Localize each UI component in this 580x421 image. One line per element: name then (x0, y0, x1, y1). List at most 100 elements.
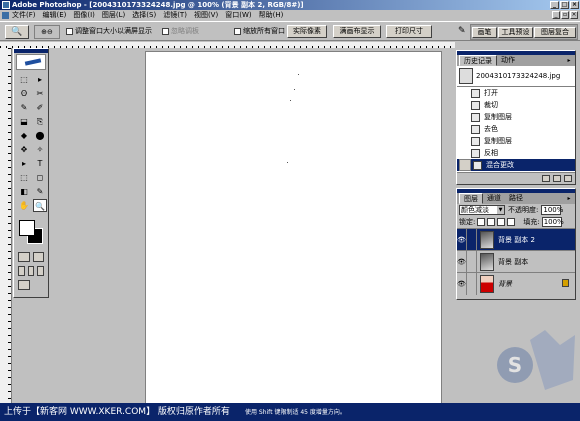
tab-history[interactable]: 历史记录 (459, 55, 497, 66)
well-tab-layer-comps[interactable]: 图层复合 (534, 27, 576, 38)
history-step[interactable]: 复制图层 (457, 111, 575, 123)
delete-state-icon[interactable] (564, 174, 572, 182)
screen-mode-standard-icon[interactable] (18, 266, 25, 276)
layer-link-icon[interactable] (467, 250, 477, 273)
actual-pixels-button[interactable]: 实际像素 (287, 25, 327, 38)
eraser-tool-icon[interactable]: ◆ (17, 129, 31, 142)
checkbox-box[interactable] (66, 28, 73, 35)
layer-row[interactable]: 👁 背景 (457, 272, 575, 295)
well-tab-brushes[interactable]: 画笔 (472, 27, 497, 38)
screen-mode-full-menu-icon[interactable] (27, 266, 35, 276)
menu-filter[interactable]: 滤镜(T) (163, 10, 187, 21)
ignore-palettes-checkbox[interactable]: 忽略调板 (162, 27, 199, 36)
notes-tool-icon[interactable]: ◧ (17, 185, 31, 198)
screen-mode-full-icon[interactable] (37, 266, 45, 276)
foreground-color-swatch[interactable] (19, 220, 35, 236)
clone-stamp-icon[interactable]: ⬓ (17, 115, 31, 128)
history-step[interactable]: 去色 (457, 123, 575, 135)
well-tab-tool-presets[interactable]: 工具预设 (498, 27, 533, 38)
fill-input[interactable]: 100% (541, 217, 564, 227)
menu-select[interactable]: 选择(S) (132, 10, 156, 21)
healing-brush-icon[interactable]: ✎ (17, 101, 31, 114)
photoshop-app-icon[interactable] (2, 1, 10, 9)
eyedropper-icon[interactable]: ✎ (33, 185, 47, 198)
visibility-eye-icon[interactable]: 👁 (457, 272, 467, 295)
doc-minimize-button[interactable]: _ (552, 11, 560, 19)
maximize-button[interactable]: □ (560, 1, 569, 9)
checkbox-box[interactable] (162, 28, 169, 35)
fit-on-screen-button[interactable]: 满画布显示 (333, 25, 381, 38)
print-size-button[interactable]: 打印尺寸 (386, 25, 432, 38)
visibility-eye-icon[interactable]: 👁 (457, 228, 467, 251)
paint-bucket-icon[interactable]: ⬤ (33, 129, 47, 142)
menu-view[interactable]: 视图(V) (194, 10, 218, 21)
menu-file[interactable]: 文件(F) (12, 10, 36, 21)
adobe-online-icon[interactable] (16, 54, 46, 70)
zoom-tool-icon[interactable]: 🔍 (33, 199, 47, 212)
lock-all-checkbox[interactable] (507, 218, 516, 226)
pen-tool-icon[interactable]: ⬚ (17, 171, 31, 184)
jump-to-imageready-icon[interactable] (18, 280, 30, 290)
crop-tool-icon[interactable]: ✂ (33, 87, 47, 100)
new-snapshot-icon[interactable] (553, 174, 561, 182)
opacity-input[interactable]: 100% (541, 205, 563, 215)
blend-mode-select[interactable]: 颜色减淡 (459, 205, 505, 215)
layer-link-icon[interactable] (467, 272, 477, 295)
shape-tool-icon[interactable]: ◻ (33, 171, 47, 184)
menu-image[interactable]: 图像(I) (73, 10, 95, 21)
minimize-button[interactable]: _ (550, 1, 559, 9)
standard-mode-icon[interactable] (18, 252, 30, 262)
tab-layers[interactable]: 图层 (459, 193, 483, 204)
history-step[interactable]: 打开 (457, 87, 575, 99)
visibility-eye-icon[interactable]: 👁 (457, 250, 467, 273)
doc-restore-button[interactable]: ▫ (561, 11, 569, 19)
menu-layer[interactable]: 图层(L) (102, 10, 125, 21)
tool-preset-picker[interactable]: 🔍 (5, 25, 29, 39)
history-step-selected[interactable]: 混合更改 (457, 159, 575, 171)
tab-actions[interactable]: 动作 (497, 55, 519, 66)
toolbox-header[interactable] (14, 49, 48, 53)
lock-image-checkbox[interactable] (487, 218, 496, 226)
history-step[interactable]: 反相 (457, 147, 575, 159)
layer-row[interactable]: 👁 背景 副本 (457, 250, 575, 273)
history-step-icon (471, 88, 480, 98)
history-brush-source-icon[interactable] (459, 159, 471, 171)
panel-menu-icon[interactable]: ▸ (563, 55, 575, 66)
fill-label: 填充: (523, 218, 540, 226)
blur-tool-icon[interactable]: ✥ (17, 143, 31, 156)
lasso-tool-icon[interactable]: ʘ (17, 87, 31, 100)
zoom-in-out-icons[interactable]: ⊕⊖ (34, 25, 60, 39)
brush-tool-icon[interactable]: ✐ (33, 101, 47, 114)
menu-window[interactable]: 窗口(W) (225, 10, 251, 21)
layer-row-selected[interactable]: 👁 背景 副本 2 (457, 228, 575, 251)
lock-position-checkbox[interactable] (497, 218, 506, 226)
close-button[interactable]: × (570, 1, 579, 9)
history-brush-icon[interactable]: ⎘ (33, 115, 47, 128)
doc-close-button[interactable]: × (570, 11, 578, 19)
resize-windows-checkbox[interactable]: 调整窗口大小以满屏显示 (66, 27, 152, 36)
panel-menu-icon[interactable]: ▸ (563, 193, 575, 204)
tab-paths[interactable]: 路径 (505, 193, 527, 204)
history-step[interactable]: 复制图层 (457, 135, 575, 147)
type-tool-icon[interactable]: T (33, 157, 47, 170)
path-select-icon[interactable]: ▸ (17, 157, 31, 170)
snapshot-thumbnail (459, 68, 473, 84)
move-tool-icon[interactable]: ▸ (33, 73, 47, 86)
new-document-from-state-icon[interactable] (542, 174, 550, 182)
history-step[interactable]: 裁切 (457, 99, 575, 111)
document-icon[interactable] (2, 12, 9, 19)
layer-brush-icon[interactable] (467, 228, 477, 251)
dodge-tool-icon[interactable]: ✧ (33, 143, 47, 156)
lock-transparency-checkbox[interactable] (477, 218, 486, 226)
zoom-all-windows-checkbox[interactable]: 缩放所有窗口 (234, 27, 285, 36)
tab-channels[interactable]: 通道 (483, 193, 505, 204)
menu-edit[interactable]: 编辑(E) (43, 10, 67, 21)
history-snapshot[interactable]: 20043101733242​48.jpg (457, 66, 575, 87)
marquee-tool-icon[interactable]: ⬚ (17, 73, 31, 86)
quickmask-mode-icon[interactable] (32, 252, 44, 262)
hand-tool-icon[interactable]: ✋ (17, 199, 31, 212)
document-canvas[interactable] (145, 51, 442, 406)
checkbox-box[interactable] (234, 28, 241, 35)
menu-help[interactable]: 帮助(H) (259, 10, 284, 21)
canvas-speck (290, 100, 291, 101)
